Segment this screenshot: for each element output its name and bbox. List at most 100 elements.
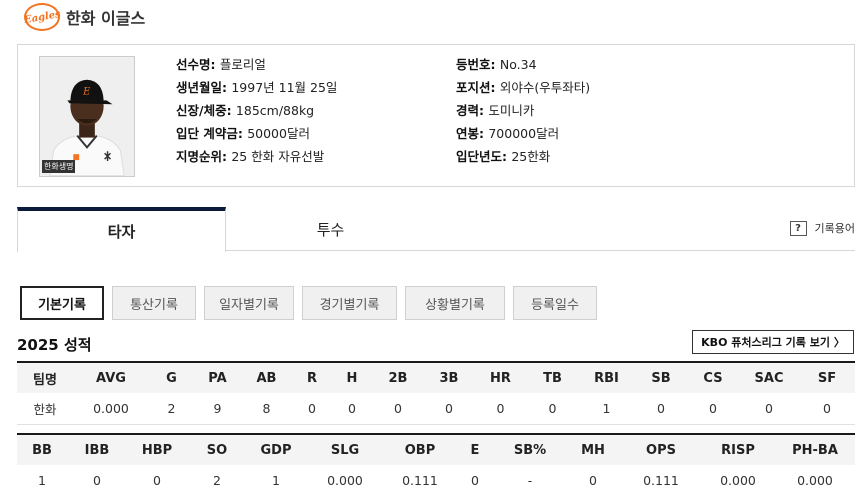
column-header: RISP (701, 433, 775, 465)
info-height-weight: 신장/체중: 185cm/88kg (176, 103, 315, 118)
team-logo-text: Eagles (22, 8, 62, 26)
futures-record-button[interactable]: KBO 퓨처스리그 기록 보기 〉 (692, 330, 854, 354)
table-cell: 한화 (17, 393, 73, 425)
table-cell: 0 (799, 393, 855, 425)
subnav-situation[interactable]: 상황별기록 (405, 286, 505, 320)
stats-table-extra: BB IBB HBP SO GDP SLG OBP E SB% MH OPS RISP PH-BA 10… (17, 433, 855, 495)
column-header: E (455, 433, 495, 465)
column-header: SB (635, 361, 687, 393)
table-row: 1 0 0 2 1 0.000 0.111 0-0 0.111 0.000 0.000 (17, 465, 855, 495)
team-header: Eagles 한화 이글스 (22, 2, 146, 32)
column-header: TB (527, 361, 578, 393)
info-number: 등번호: No.34 (456, 57, 537, 72)
table-cell: 2 (187, 465, 247, 495)
table-cell: 0.111 (385, 465, 455, 495)
table-cell: 0.000 (305, 465, 385, 495)
column-header: OPS (621, 433, 701, 465)
column-header: SAC (739, 361, 799, 393)
info-position: 포지션: 외야수(우투좌타) (456, 80, 591, 95)
season-title: 2025 성적 (17, 336, 92, 354)
column-header: H (332, 361, 372, 393)
help-icon: ? (789, 220, 807, 236)
column-header: 3B (424, 361, 474, 393)
player-info-right: 등번호: No.34 포지션: 외야수(우투좌타) 경력: 도미니카 연봉: 7… (456, 57, 590, 172)
column-header: PA (194, 361, 241, 393)
column-header: AVG (73, 361, 149, 393)
team-logo[interactable]: Eagles (22, 3, 62, 31)
photo-tag: 한화생명 (42, 160, 76, 173)
info-signing-bonus: 입단 계약금: 50000달러 (176, 126, 310, 141)
glossary-link[interactable]: ? 기록용어 (789, 220, 855, 236)
team-name: 한화 이글스 (66, 9, 146, 28)
table-cell: 0 (739, 393, 799, 425)
table-cell: 0 (127, 465, 187, 495)
info-join-year: 입단년도: 25한화 (456, 149, 551, 164)
record-subnav: 기본기록 통산기록 일자별기록 경기별기록 상황별기록 등록일수 (20, 286, 605, 320)
table-cell: 0.000 (701, 465, 775, 495)
table-cell: 0 (565, 465, 621, 495)
table-cell: 0 (292, 393, 332, 425)
info-draft: 지명순위: 25 한화 자유선발 (176, 149, 325, 164)
table-cell: 2 (149, 393, 194, 425)
table-cell: 0.000 (73, 393, 149, 425)
table-cell: 0 (527, 393, 578, 425)
tab-pitcher[interactable]: 투수 (226, 207, 435, 251)
info-name: 선수명: 플로리얼 (176, 57, 266, 72)
table-cell: 8 (241, 393, 292, 425)
table-header-row: 팀명 AVG G PA AB R H 2B 3B HR TB RBI SB CS SAC SF (17, 361, 855, 393)
column-header: AB (241, 361, 292, 393)
table-cell: 0 (372, 393, 424, 425)
table-row: 한화 0.000 2 9 8 0 0 0 0 0 0 1 0 0 0 0 (17, 393, 855, 425)
table-cell: 0 (424, 393, 474, 425)
info-salary: 연봉: 700000달러 (456, 126, 560, 141)
column-header: CS (687, 361, 739, 393)
column-header: SF (799, 361, 855, 393)
column-header: SB% (495, 433, 565, 465)
subnav-game[interactable]: 경기별기록 (302, 286, 397, 320)
table-cell: 0.111 (621, 465, 701, 495)
column-header: OBP (385, 433, 455, 465)
column-header: HR (474, 361, 527, 393)
table-cell: 1 (247, 465, 305, 495)
table-cell: 0 (474, 393, 527, 425)
table-cell: 1 (17, 465, 67, 495)
table-cell: 1 (578, 393, 635, 425)
record-tabs: 타자 투수 ? 기록용어 (17, 207, 855, 252)
player-photo-image: E (40, 57, 134, 176)
column-header: 2B (372, 361, 424, 393)
column-header: SLG (305, 433, 385, 465)
column-header: HBP (127, 433, 187, 465)
column-header: R (292, 361, 332, 393)
table-cell: 0 (67, 465, 127, 495)
column-header: MH (565, 433, 621, 465)
column-header: G (149, 361, 194, 393)
player-photo: E 한화생명 (39, 56, 135, 177)
info-birthdate: 생년월일: 1997년 11월 25일 (176, 80, 338, 95)
column-header: 팀명 (17, 361, 73, 393)
svg-text:E: E (82, 86, 90, 97)
table-cell: 9 (194, 393, 241, 425)
stats-table-main: 팀명 AVG G PA AB R H 2B 3B HR TB RBI SB CS SAC SF 한화 0.000… (17, 361, 855, 425)
column-header: GDP (247, 433, 305, 465)
column-header: BB (17, 433, 67, 465)
info-career: 경력: 도미니카 (456, 103, 535, 118)
table-cell: 0 (455, 465, 495, 495)
column-header: IBB (67, 433, 127, 465)
table-cell: 0.000 (775, 465, 855, 495)
table-cell: 0 (687, 393, 739, 425)
table-cell: 0 (332, 393, 372, 425)
subnav-registration[interactable]: 등록일수 (513, 286, 597, 320)
tab-batter[interactable]: 타자 (17, 207, 226, 252)
subnav-career[interactable]: 통산기록 (112, 286, 196, 320)
player-profile: E 한화생명 선수명: 플로리얼 생년월일: 1997년 11월 25일 신장/… (17, 44, 855, 187)
column-header: RBI (578, 361, 635, 393)
subnav-daily[interactable]: 일자별기록 (204, 286, 294, 320)
glossary-label: 기록용어 (814, 222, 855, 235)
player-info-left: 선수명: 플로리얼 생년월일: 1997년 11월 25일 신장/체중: 185… (176, 57, 337, 172)
column-header: SO (187, 433, 247, 465)
subnav-basic[interactable]: 기본기록 (20, 286, 104, 320)
table-cell: 0 (635, 393, 687, 425)
column-header: PH-BA (775, 433, 855, 465)
table-cell: - (495, 465, 565, 495)
table-header-row: BB IBB HBP SO GDP SLG OBP E SB% MH OPS RISP PH-BA (17, 433, 855, 465)
